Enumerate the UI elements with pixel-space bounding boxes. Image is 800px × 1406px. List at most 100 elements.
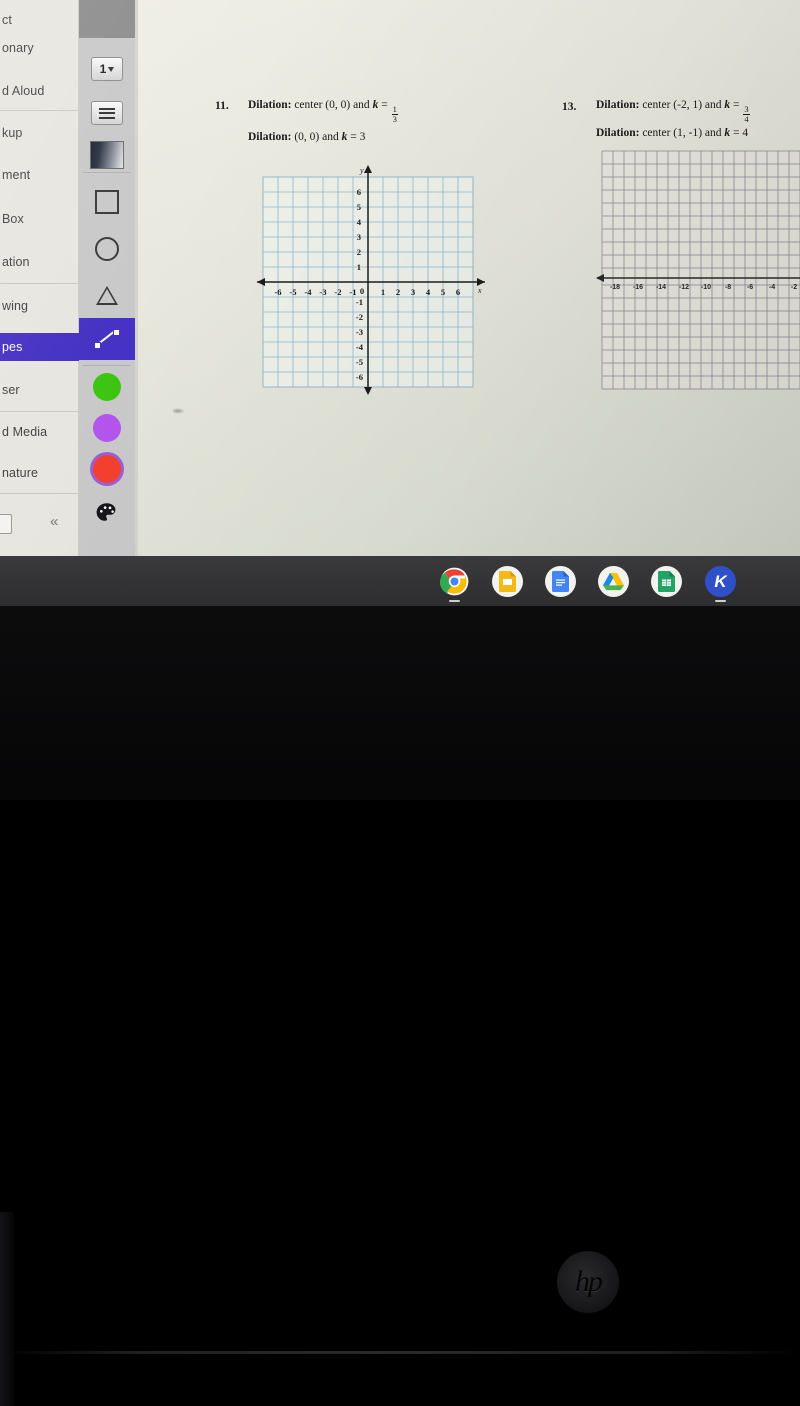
- triangle-icon: [96, 285, 118, 305]
- shelf-icon-row: K: [0, 556, 800, 606]
- bezel-highlight-line: [0, 1351, 800, 1354]
- svg-text:-18: -18: [610, 284, 620, 291]
- svg-text:-3: -3: [356, 327, 363, 337]
- svg-text:0: 0: [360, 286, 364, 296]
- collapse-sidebar-icon[interactable]: «: [50, 513, 58, 530]
- svg-text:1: 1: [357, 262, 361, 272]
- dilation-text: (0, 0) and: [291, 131, 342, 143]
- sidebar-item-11[interactable]: nature: [0, 459, 79, 487]
- fraction-one-third: 13: [391, 104, 398, 124]
- y-axis-arrow-down: [364, 387, 372, 395]
- svg-text:-6: -6: [356, 372, 364, 382]
- sidebar-item-10[interactable]: d Media: [0, 418, 79, 446]
- graph-11-svg: -6 -5 -4 -3 -2 -1 0 1 2 3 4 5 6 6 5 4 3 …: [257, 165, 485, 395]
- sidebar-item-0[interactable]: ct: [0, 6, 79, 34]
- sidebar-item-3[interactable]: kup: [0, 119, 79, 147]
- chrome-running-indicator: [449, 599, 460, 602]
- svg-text:-4: -4: [304, 287, 312, 297]
- svg-text:-3: -3: [319, 287, 326, 297]
- google-drive-icon: [603, 572, 624, 591]
- purple-color-circle: [93, 414, 121, 442]
- svg-text:-10: -10: [701, 284, 711, 291]
- svg-text:-1: -1: [356, 297, 363, 307]
- line-style-tool[interactable]: [79, 92, 135, 134]
- opacity-gradient-tool[interactable]: [79, 134, 135, 176]
- gradient-swatch-icon: [90, 141, 124, 169]
- sidebar-item-label: onary: [2, 41, 34, 55]
- equals-sign: =: [347, 131, 360, 143]
- svg-text:-12: -12: [679, 284, 689, 291]
- svg-text:2: 2: [357, 247, 361, 257]
- dilation-text: center (1, -1) and: [639, 127, 725, 139]
- sidebar-item-5[interactable]: Box: [0, 205, 79, 233]
- svg-text:4: 4: [357, 217, 362, 227]
- color-palette-button[interactable]: [79, 492, 135, 534]
- equals-sign: =: [378, 99, 391, 111]
- laptop-bezel: hp: [0, 606, 800, 1406]
- fraction-three-fourths: 34: [743, 104, 750, 124]
- sidebar-item-1[interactable]: onary: [0, 34, 79, 62]
- shelf-app-kami[interactable]: K: [705, 566, 736, 597]
- line-icon: [94, 328, 120, 350]
- problem-11-line-1: Dilation: center (0, 0) and k = 13: [248, 95, 398, 124]
- problem-13-line-2: Dilation: center (1, -1) and k = 4: [596, 123, 748, 141]
- svg-text:-8: -8: [725, 284, 731, 291]
- dilation-text: center (-2, 1) and: [639, 99, 725, 111]
- svg-text:3: 3: [357, 232, 361, 242]
- red-color-circle: [93, 455, 121, 483]
- sidebar-item-label: ct: [2, 13, 12, 27]
- sidebar-divider-2: [0, 283, 79, 284]
- sidebar-item-9[interactable]: ser: [0, 376, 79, 404]
- line-shape-tool[interactable]: [79, 318, 135, 360]
- chevron-down-icon: [108, 66, 115, 72]
- color-swatch-green[interactable]: [79, 366, 135, 408]
- graph-13-svg: -18 -16 -14 -12 -10 -8 -6 -4 -2: [596, 150, 800, 390]
- dilation-label: Dilation:: [248, 99, 292, 111]
- shelf-app-chrome[interactable]: [439, 566, 470, 597]
- square-shape-tool[interactable]: [79, 181, 135, 223]
- square-icon: [95, 190, 119, 214]
- triangle-shape-tool[interactable]: [79, 274, 135, 316]
- bezel-left-edge: [0, 1212, 14, 1406]
- k-value: 4: [742, 127, 749, 139]
- shelf-app-docs[interactable]: [545, 566, 576, 597]
- palette-header: [79, 0, 135, 38]
- problem-11-line-2: Dilation: (0, 0) and k = 3: [248, 127, 365, 145]
- line-width-value: 1: [99, 62, 107, 76]
- circle-shape-tool[interactable]: [79, 228, 135, 270]
- kami-tool-sidebar: ct onary d Aloud kup ment Box ation wing…: [0, 0, 79, 556]
- dilation-label: Dilation:: [596, 127, 640, 139]
- sidebar-item-label: d Aloud: [2, 84, 45, 98]
- line-width-value-box: 1: [91, 57, 123, 81]
- svg-text:-2: -2: [356, 312, 363, 322]
- sidebar-divider-3: [0, 411, 79, 412]
- sidebar-item-label: wing: [2, 299, 29, 313]
- svg-text:-4: -4: [356, 342, 364, 352]
- chrome-icon: [440, 567, 469, 596]
- color-swatch-red[interactable]: [79, 448, 135, 490]
- palette-divider-1: [83, 172, 131, 173]
- dilation-text: center (0, 0) and: [291, 99, 373, 111]
- sidebar-corner-button[interactable]: [0, 514, 12, 534]
- sidebar-item-shapes[interactable]: pes: [0, 333, 79, 361]
- hp-logo: hp: [557, 1251, 619, 1313]
- sidebar-item-6[interactable]: ation: [0, 248, 79, 276]
- google-slides-icon: [499, 571, 516, 592]
- shelf-app-sheets[interactable]: [651, 566, 682, 597]
- color-swatch-purple[interactable]: [79, 407, 135, 449]
- svg-text:-1: -1: [349, 287, 356, 297]
- shelf-app-slides[interactable]: [492, 566, 523, 597]
- sidebar-item-4[interactable]: ment: [0, 161, 79, 189]
- svg-text:5: 5: [357, 202, 361, 212]
- equals-sign: =: [730, 99, 743, 111]
- sidebar-item-label: d Media: [2, 425, 48, 439]
- svg-text:6: 6: [456, 287, 461, 297]
- circle-icon: [95, 237, 119, 261]
- shelf-app-drive[interactable]: [598, 566, 629, 597]
- svg-text:-6: -6: [274, 287, 282, 297]
- k-value: 3: [359, 131, 366, 143]
- sidebar-item-7[interactable]: wing: [0, 292, 79, 320]
- line-width-dropdown[interactable]: 1: [79, 48, 135, 90]
- sidebar-item-2[interactable]: d Aloud: [0, 77, 79, 105]
- x-axis-arrow-right: [477, 278, 485, 286]
